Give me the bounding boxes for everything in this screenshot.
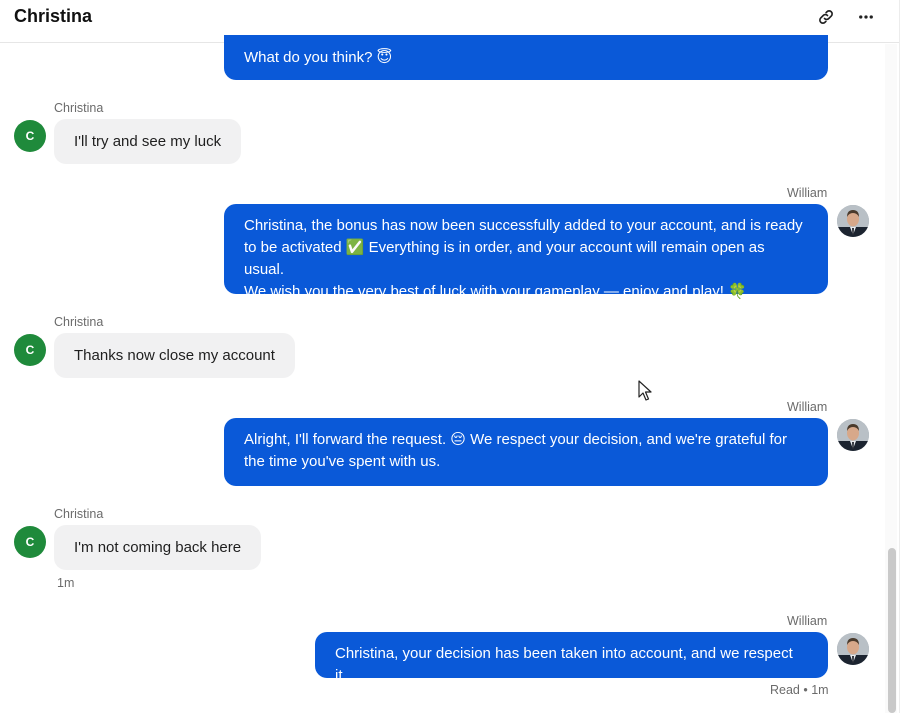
sender-name: William	[787, 400, 828, 414]
message-line: to be activated ✅ Everything is in order…	[244, 239, 765, 278]
scrollbar-thumb[interactable]	[888, 548, 896, 713]
incoming-message: Thanks now close my account	[54, 333, 295, 378]
agent-avatar	[837, 419, 869, 451]
conversation-title: Christina	[14, 6, 93, 26]
mouse-cursor-icon	[638, 380, 652, 407]
message-line: the time you've spent with us.	[244, 453, 441, 470]
more-horizontal-icon[interactable]	[853, 4, 879, 30]
customer-avatar: C	[14, 120, 46, 152]
outgoing-message: Alright, I'll forward the request. 😔 We …	[224, 418, 828, 486]
sender-name: Christina	[54, 315, 104, 329]
sender-name: William	[787, 614, 828, 628]
message-line: We wish you the very best of luck with y…	[244, 283, 747, 300]
outgoing-message: Christina, the bonus has now been succes…	[224, 204, 828, 300]
message-time: 1m	[57, 576, 75, 590]
read-status: Read • 1m	[770, 683, 829, 697]
agent-avatar	[837, 205, 869, 237]
sender-name: Christina	[54, 507, 104, 521]
incoming-message: I'll try and see my luck	[54, 119, 242, 164]
sender-name: Christina	[54, 101, 104, 115]
outgoing-message: What do you think? 😇	[224, 35, 828, 80]
message-text: What do you think? 😇	[244, 49, 393, 66]
message-line: Christina, the bonus has now been succes…	[244, 217, 803, 234]
agent-avatar	[837, 633, 869, 665]
customer-avatar: C	[14, 334, 46, 366]
outgoing-message: Christina, your decision has been taken …	[315, 632, 828, 684]
message-line: Alright, I'll forward the request. 😔 We …	[244, 431, 788, 448]
sender-name: William	[787, 186, 828, 200]
incoming-message: I'm not coming back here	[54, 525, 262, 570]
panel-edge	[899, 0, 906, 713]
message-text: Thanks now close my account	[74, 347, 275, 364]
link-icon[interactable]	[813, 4, 839, 30]
message-text: I'll try and see my luck	[74, 133, 222, 150]
message-text: Christina, your decision has been taken …	[335, 645, 793, 684]
message-text: I'm not coming back here	[74, 539, 242, 556]
customer-avatar: C	[14, 526, 46, 558]
